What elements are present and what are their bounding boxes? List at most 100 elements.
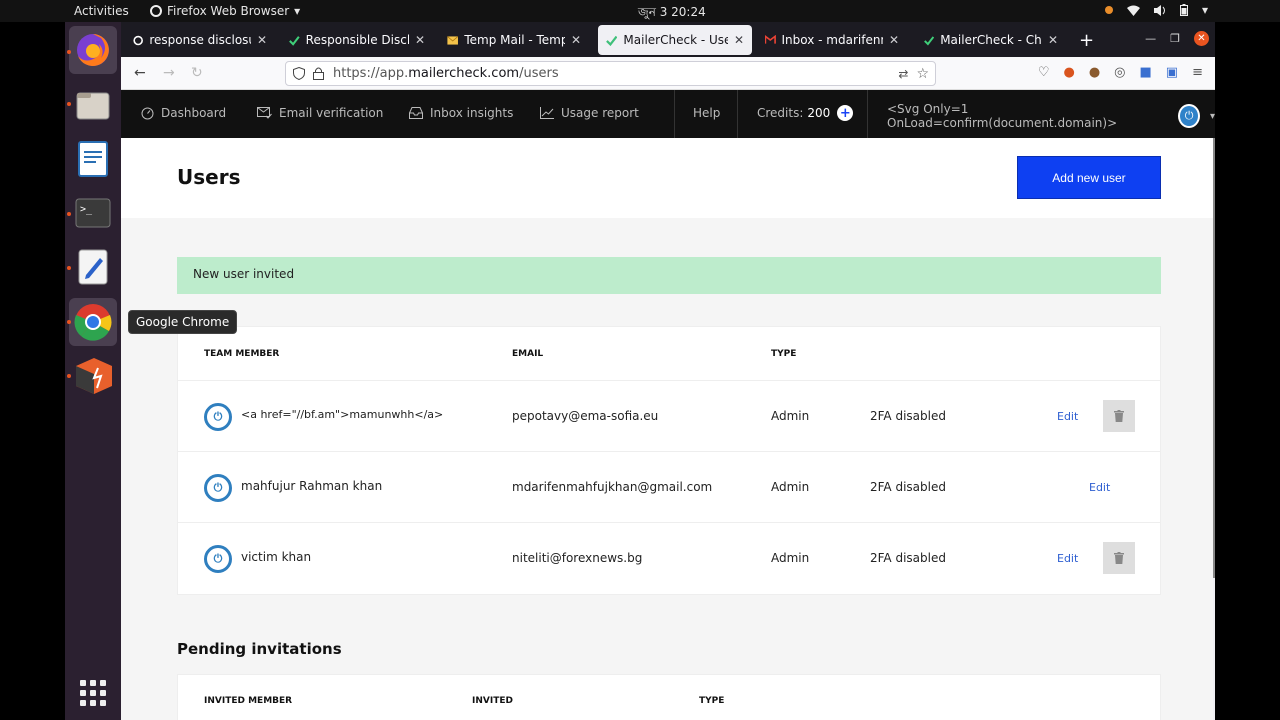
dock-chrome[interactable] xyxy=(69,298,117,346)
maximize-icon[interactable]: ❐ xyxy=(1170,32,1180,45)
dock-firefox[interactable] xyxy=(69,26,117,74)
back-arrow-icon[interactable]: ← xyxy=(134,65,146,81)
translate-icon[interactable]: ⇄ xyxy=(898,67,908,81)
column-header-type: TYPE xyxy=(771,349,797,359)
tab-response-disclosure[interactable]: response disclosure r ✕ xyxy=(125,25,275,55)
dock-files[interactable] xyxy=(69,81,117,129)
account-menu[interactable]: <Svg Only=1 OnLoad=confirm(document.doma… xyxy=(887,102,1215,130)
mail-icon xyxy=(447,35,459,45)
tab-title: Temp Mail - Tempora xyxy=(464,33,565,47)
forward-arrow-icon[interactable]: → xyxy=(163,65,175,81)
window-close-icon[interactable]: ✕ xyxy=(1194,31,1209,46)
hamburger-menu-icon[interactable]: ≡ xyxy=(1192,65,1203,80)
globe-icon[interactable]: ◎ xyxy=(1114,65,1125,80)
extensions-toolbar: ♡ ● ● ◎ ■ ▣ ≡ xyxy=(1038,65,1203,80)
edit-user-link[interactable]: Edit xyxy=(1089,481,1110,494)
nav-email-verification[interactable]: Email verification xyxy=(257,106,383,120)
nav-divider xyxy=(867,90,868,138)
user-type: Admin xyxy=(771,409,810,423)
edit-user-link[interactable]: Edit xyxy=(1057,410,1078,423)
close-icon[interactable]: ✕ xyxy=(1048,33,1058,47)
close-icon[interactable]: ✕ xyxy=(415,33,425,47)
app-menu[interactable]: Firefox Web Browser ▾ xyxy=(150,4,300,18)
pocket-icon[interactable]: ♡ xyxy=(1038,65,1050,80)
nav-help-label: Help xyxy=(693,106,721,120)
email-check-icon xyxy=(257,107,272,119)
users-table: TEAM MEMBER EMAIL TYPE ⏻ <a href="//bf.a… xyxy=(177,326,1161,595)
show-applications-icon[interactable] xyxy=(80,680,106,706)
google-icon xyxy=(133,35,143,45)
running-indicator xyxy=(67,212,71,216)
tab-temp-mail[interactable]: Temp Mail - Tempora ✕ xyxy=(439,25,589,55)
delete-user-button[interactable] xyxy=(1103,542,1135,574)
translate-extension-icon[interactable]: ▣ xyxy=(1166,65,1178,80)
nav-usage-report[interactable]: Usage report xyxy=(540,106,639,120)
table-row: ⏻ <a href="//bf.am">mamunwhh</a> pepotav… xyxy=(178,381,1160,452)
firefox-small-icon xyxy=(150,5,162,17)
dock-writer[interactable] xyxy=(69,135,117,183)
credits-label: Credits: xyxy=(757,106,804,120)
column-header-invited-member: INVITED MEMBER xyxy=(204,696,293,706)
add-new-user-button[interactable]: Add new user xyxy=(1017,156,1161,199)
gmail-icon xyxy=(765,35,776,44)
system-tray[interactable]: ▾ xyxy=(1104,3,1208,17)
close-icon[interactable]: ✕ xyxy=(571,33,581,47)
tab-mailercheck-choose[interactable]: MailerCheck - Choose ✕ xyxy=(916,25,1066,55)
url-prefix: https://app. xyxy=(333,66,409,81)
minimize-icon[interactable]: — xyxy=(1145,32,1156,45)
nav-help[interactable]: Help xyxy=(693,106,720,120)
page-header: Users Add new user xyxy=(121,138,1213,218)
user-type: Admin xyxy=(771,480,810,494)
chart-icon xyxy=(540,107,554,119)
tab-gmail-inbox[interactable]: Inbox - mdarifenmah ✕ xyxy=(757,25,907,55)
navigation-toolbar: ← → ↻ https://app.mailercheck.com/users … xyxy=(121,57,1215,90)
power-avatar-icon: ⏻ xyxy=(204,403,232,431)
tab-title: Responsible Disclosu xyxy=(305,33,409,47)
wifi-icon xyxy=(1126,5,1140,16)
page-scrollbar[interactable] xyxy=(1213,138,1215,578)
new-tab-button[interactable]: + xyxy=(1079,30,1094,51)
nav-inbox-insights[interactable]: Inbox insights xyxy=(409,106,513,120)
pending-invitations-title: Pending invitations xyxy=(177,640,342,658)
user-name: victim khan xyxy=(241,550,312,564)
table-row: ⏻ mahfujur Rahman khan mdarifenmahfujkha… xyxy=(178,452,1160,523)
cookie-icon[interactable]: ● xyxy=(1089,65,1100,80)
table-row: ⏻ victim khan niteliti@forexnews.bg Admi… xyxy=(178,523,1160,594)
add-credits-icon[interactable]: + xyxy=(837,105,854,121)
check-icon xyxy=(606,35,618,46)
delete-user-button[interactable] xyxy=(1103,400,1135,432)
extension-icon[interactable]: ● xyxy=(1063,65,1074,80)
burp-suite-icon xyxy=(76,358,112,394)
puzzle-icon[interactable]: ■ xyxy=(1140,65,1152,80)
edit-user-link[interactable]: Edit xyxy=(1057,552,1078,565)
close-icon[interactable]: ✕ xyxy=(734,33,744,47)
ubuntu-dock: >_ xyxy=(65,22,121,720)
dock-text-editor[interactable] xyxy=(69,243,117,291)
power-avatar-icon: ⏻ xyxy=(204,474,232,502)
nav-inbox-insights-label: Inbox insights xyxy=(430,106,514,120)
notification-dot-icon xyxy=(1104,6,1113,14)
nav-dashboard-label: Dashboard xyxy=(161,106,227,120)
activities-button[interactable]: Activities xyxy=(74,4,129,18)
check-icon xyxy=(289,35,300,46)
user-2fa-status: 2FA disabled xyxy=(870,409,946,423)
clock[interactable]: জুন 3 20:24 xyxy=(638,4,706,24)
tab-responsible-disclosure[interactable]: Responsible Disclosu ✕ xyxy=(281,25,433,55)
url-bar[interactable]: https://app.mailercheck.com/users ⇄ ☆ xyxy=(285,61,936,86)
url-domain: mailercheck.com xyxy=(408,66,520,81)
nav-usage-report-label: Usage report xyxy=(561,106,639,120)
nav-dashboard[interactable]: Dashboard xyxy=(141,106,226,120)
close-icon[interactable]: ✕ xyxy=(257,33,267,47)
bookmark-star-icon[interactable]: ☆ xyxy=(916,66,929,82)
reload-icon[interactable]: ↻ xyxy=(191,65,203,81)
dock-terminal[interactable]: >_ xyxy=(69,189,117,237)
lock-icon xyxy=(313,67,324,80)
dashboard-icon xyxy=(141,107,154,119)
dock-tooltip: Google Chrome xyxy=(128,310,238,334)
close-icon[interactable]: ✕ xyxy=(889,33,899,47)
dock-burp[interactable] xyxy=(69,352,117,400)
libreoffice-writer-icon xyxy=(78,141,108,177)
tab-title: Inbox - mdarifenmah xyxy=(781,33,883,47)
tab-mailercheck-users[interactable]: MailerCheck - Users ✕ xyxy=(598,25,752,55)
app-menu-label: Firefox Web Browser xyxy=(167,4,290,18)
